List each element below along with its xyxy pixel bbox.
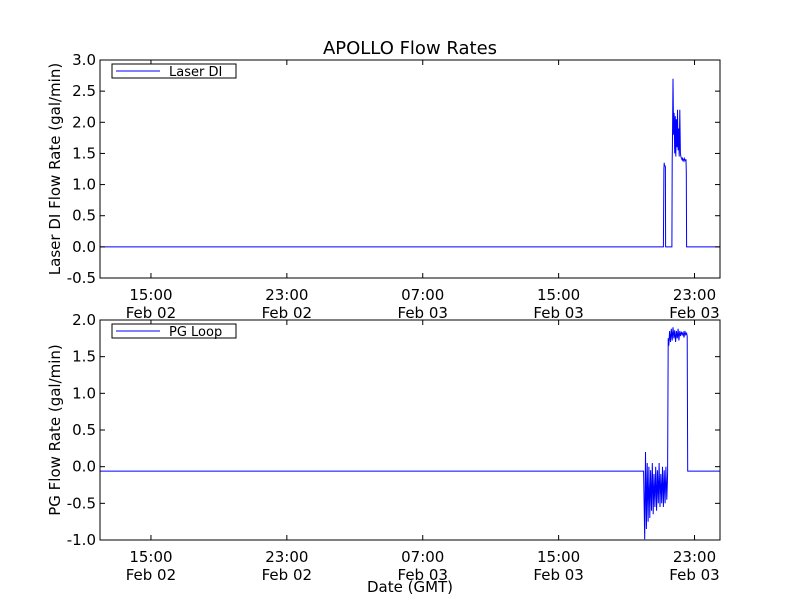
bottom-x-tick-label-time: 23:00 <box>673 548 716 566</box>
top-legend-label: Laser DI <box>169 65 222 80</box>
bottom-x-tick-label-time: 07:00 <box>401 548 444 566</box>
figure: APOLLO Flow Rates -0.5 0.0 0.5 1.0 1.5 2.0 2.5… <box>0 0 800 600</box>
top-y-tick-label: 0.5 <box>72 207 96 225</box>
bottom-x-tick-label-date: Feb 02 <box>262 566 312 584</box>
bottom-y-tick-label: -0.5 <box>67 494 96 512</box>
top-y-tick-label: 2.0 <box>72 113 96 131</box>
top-y-axis-label: Laser DI Flow Rate (gal/min) <box>46 63 64 275</box>
top-y-tick-label: 1.0 <box>72 176 96 194</box>
top-x-tick-label-time: 15:00 <box>537 286 580 304</box>
bottom-x-tick-label-date: Feb 03 <box>669 566 719 584</box>
bottom-x-tick-label-date: Feb 02 <box>126 566 176 584</box>
bottom-y-tick-label: 2.0 <box>72 311 96 329</box>
bottom-x-tick-label-time: 15:00 <box>537 548 580 566</box>
top-y-tick-label: -0.5 <box>67 269 96 287</box>
top-x-tick-label-date: Feb 03 <box>398 304 448 322</box>
bottom-x-tick-label-time: 23:00 <box>265 548 308 566</box>
bottom-y-axis-label: PG Flow Rate (gal/min) <box>46 344 64 516</box>
bottom-y-tick-label: 1.5 <box>72 348 96 366</box>
top-x-tick-label-date: Feb 03 <box>669 304 719 322</box>
top-y-tick-label: 3.0 <box>72 51 96 69</box>
bottom-y-tick-label: -1.0 <box>67 531 96 549</box>
top-x-tick-label-time: 15:00 <box>129 286 172 304</box>
top-x-tick-label-time: 07:00 <box>401 286 444 304</box>
top-x-tick-label-date: Feb 03 <box>533 304 583 322</box>
top-y-tick-label: 1.5 <box>72 144 96 162</box>
top-y-tick-label: 2.5 <box>72 82 96 100</box>
bottom-y-tick-label: 1.0 <box>72 384 96 402</box>
top-x-tick-label-date: Feb 02 <box>126 304 176 322</box>
top-y-tick-label: 0.0 <box>72 238 96 256</box>
chart-title: APOLLO Flow Rates <box>323 38 497 59</box>
top-x-tick-label-time: 23:00 <box>265 286 308 304</box>
bottom-x-tick-label-date: Feb 03 <box>533 566 583 584</box>
top-x-tick-label-date: Feb 02 <box>262 304 312 322</box>
bottom-y-tick-label: 0.5 <box>72 421 96 439</box>
bottom-y-tick-label: 0.0 <box>72 458 96 476</box>
bottom-x-tick-label-time: 15:00 <box>129 548 172 566</box>
bottom-legend: PG Loop <box>111 323 237 340</box>
top-legend: Laser DI <box>111 63 237 80</box>
x-axis-label: Date (GMT) <box>367 578 453 596</box>
bottom-legend-label: PG Loop <box>169 325 222 340</box>
top-x-tick-label-time: 23:00 <box>673 286 716 304</box>
